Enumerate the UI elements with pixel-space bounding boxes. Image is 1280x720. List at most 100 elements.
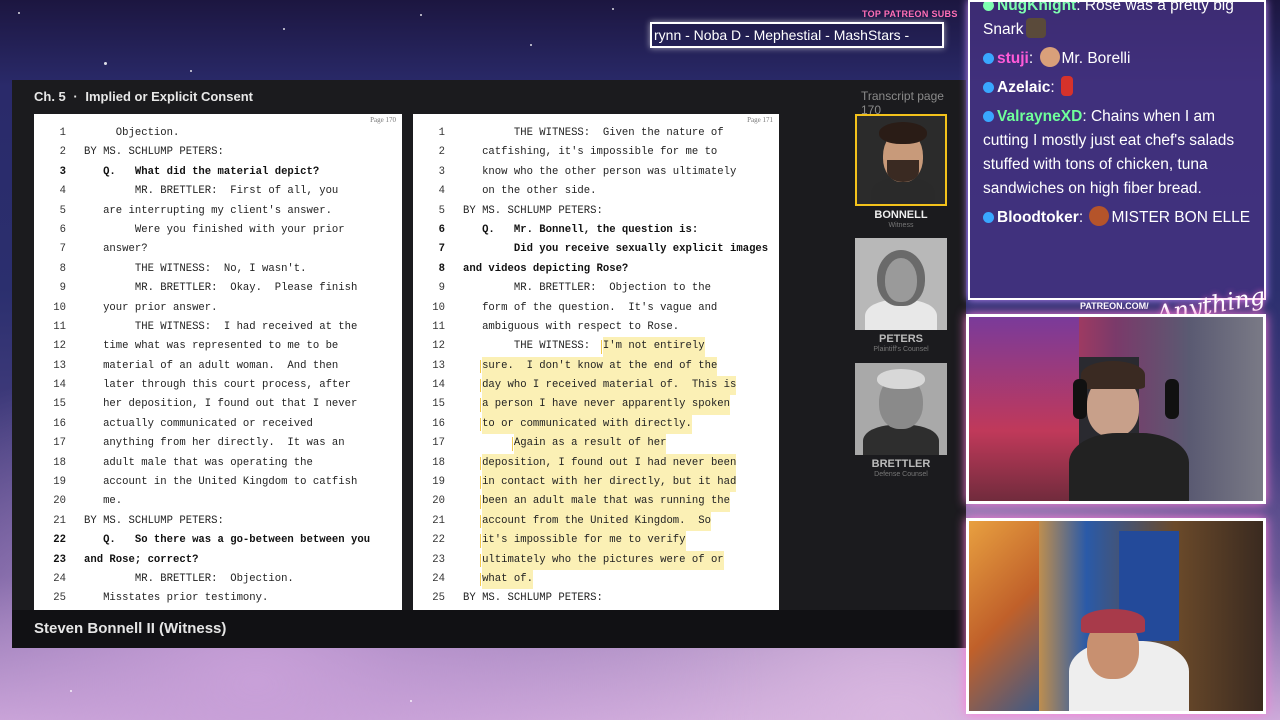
emote-icon [1061, 76, 1074, 96]
page-tag: Page 170 [370, 116, 396, 124]
transcript-line: 25 BY MS. SCHLUMP PETERS: [413, 589, 779, 608]
highlighted-text: it's impossible for me to verify [480, 531, 686, 551]
line-text: and Rose; correct? [84, 553, 199, 566]
line-text: THE WITNESS: Given the nature of [463, 127, 724, 139]
person-card-bonnell[interactable]: BONNELL Witness [855, 114, 947, 229]
highlighted-text: day who I received material of. This is [480, 376, 737, 396]
line-number: 25 [53, 592, 66, 605]
line-number: 21 [53, 514, 66, 527]
line-text: me. [84, 495, 123, 508]
line-number: 3 [59, 165, 66, 178]
transcript-line: 8 THE WITNESS: No, I wasn't. [34, 260, 402, 279]
chat-message: NugKnight: Rose was a pretty big Snark [970, 2, 1264, 42]
chat-username[interactable]: NugKnight [997, 2, 1076, 14]
line-text: know who the other person was ultimately [463, 165, 737, 178]
line-number: 12 [432, 340, 445, 353]
line-number: 5 [438, 204, 445, 217]
transcript-line: 22 it's impossible for me to verify [413, 531, 779, 551]
transcript-line: 8 and videos depicting Rose? [413, 260, 779, 279]
highlighted-text: sure. I don't know at the end of the [480, 356, 718, 377]
line-number: 7 [59, 243, 66, 256]
transcript-line: 3 Q. What did the material depict? [34, 163, 402, 182]
line-number: 14 [53, 379, 66, 392]
line-number: 24 [432, 572, 445, 585]
transcript-line: 17 Again as a result of her [413, 434, 779, 454]
transcript-page-label: Transcript page 170 [861, 89, 944, 117]
chapter-header: Ch. 5 · Implied or Explicit Consent [34, 89, 253, 104]
transcript-line: 6 Q. Mr. Bonnell, the question is: [413, 221, 779, 240]
line-text: MR. BRETTLER: Okay. Please finish [84, 282, 358, 295]
chat-message: ValrayneXD: Chains when I am cutting I m… [983, 108, 1235, 197]
line-text: anything from her directly. It was an [84, 437, 345, 450]
line-text: later through this court process, after [84, 379, 352, 392]
chat-username[interactable]: Bloodtoker [997, 209, 1079, 226]
line-text: THE WITNESS: I had received at the [84, 320, 358, 333]
chat-text: Mr. Borelli [1061, 50, 1131, 67]
transcript-line: 24 what of. [413, 569, 779, 590]
line-number: 2 [438, 146, 445, 159]
highlighted-text: account from the United Kingdom. So [480, 511, 711, 532]
line-number: 17 [432, 437, 445, 450]
line-text: account in the United Kingdom to catfish [84, 476, 358, 489]
line-text: BY MS. SCHLUMP PETERS: [84, 146, 224, 159]
chat-panel[interactable]: NugKnight: Rose was a pretty big Snark s… [968, 0, 1266, 300]
badge-icon [983, 82, 994, 93]
transcript-line: 19 in contact with her directly, but it … [413, 473, 779, 493]
person-card-peters[interactable]: PETERS Plaintiff's Counsel [855, 238, 947, 353]
person-card-brettler[interactable]: BRETTLER Defense Counsel [855, 363, 947, 478]
transcript-line: 9 MR. BRETTLER: Okay. Please finish [34, 279, 402, 298]
line-number: 20 [53, 495, 66, 508]
line-number: 20 [432, 495, 445, 508]
line-text: BY MS. SCHLUMP PETERS: [463, 592, 603, 605]
line-text: actually communicated or received [84, 417, 313, 430]
avatar [855, 363, 947, 455]
witness-lower-third: Steven Bonnell II (Witness) [12, 610, 966, 648]
line-number: 7 [438, 243, 445, 256]
person-role: Defense Counsel [874, 471, 928, 478]
transcript-line: 17 anything from her directly. It was an [34, 434, 402, 453]
transcript-line: 11 THE WITNESS: I had received at the [34, 318, 402, 337]
webcam-streamer-two [966, 518, 1266, 714]
transcript-line: 16 to or communicated with directly. [413, 414, 779, 435]
line-number: 8 [438, 262, 445, 275]
highlighted-text: ultimately who the pictures were of or [480, 550, 724, 570]
top-patreon-subs-label: TOP PATREON SUBS [862, 9, 958, 19]
line-text: MR. BRETTLER: Objection. [84, 572, 294, 585]
transcript-line: 13 sure. I don't know at the end of the [413, 356, 779, 377]
line-number: 9 [59, 282, 66, 295]
line-text: are interrupting my client's answer. [84, 204, 332, 217]
chat-username[interactable]: Azelaic [997, 79, 1050, 96]
person-role: Plaintiff's Counsel [873, 346, 929, 353]
transcript-panel: Ch. 5 · Implied or Explicit Consent Tran… [12, 80, 966, 648]
chat-text: MISTER BON ELLE [1111, 209, 1251, 226]
line-number: 2 [59, 146, 66, 159]
badge-icon [983, 2, 994, 11]
chat-message: Bloodtoker: MISTER BON ELLE [970, 206, 1264, 230]
line-number: 23 [53, 553, 66, 566]
line-number: 13 [432, 359, 445, 372]
chat-username[interactable]: stuji [997, 50, 1029, 67]
line-number: 25 [432, 592, 445, 605]
emote-icon [1025, 18, 1046, 38]
emote-icon [1089, 206, 1110, 226]
transcript-line: 5 are interrupting my client's answer. [34, 202, 402, 221]
transcript-line: 3 know who the other person was ultimate… [413, 163, 779, 182]
line-text: and videos depicting Rose? [463, 262, 629, 275]
line-number: 12 [53, 340, 66, 353]
transcript-line: 14 later through this court process, aft… [34, 376, 402, 395]
transcript-lines: 1 Objection. 2 BY MS. SCHLUMP PETERS: 3 Q. … [34, 124, 402, 609]
patreon-url-label: PATREON.COM/ [1080, 301, 1149, 311]
avatar [855, 114, 947, 206]
line-number: 21 [432, 514, 445, 527]
line-text: Q. So there was a go-between between you [84, 534, 371, 547]
line-text: time what was represented to me to be [84, 340, 339, 353]
chapter-separator: · [73, 89, 78, 104]
line-number: 3 [438, 165, 445, 178]
transcript-line: 10 form of the question. It's vague and [413, 299, 779, 318]
highlighted-text: in contact with her directly, but it had [480, 473, 737, 493]
highlighted-text: a person I have never apparently spoken [480, 395, 731, 415]
highlighted-text: been an adult male that was running the [480, 492, 731, 512]
chat-username[interactable]: ValrayneXD [997, 108, 1082, 125]
transcript-line: 6 Were you finished with your prior [34, 221, 402, 240]
line-number: 1 [59, 127, 66, 139]
